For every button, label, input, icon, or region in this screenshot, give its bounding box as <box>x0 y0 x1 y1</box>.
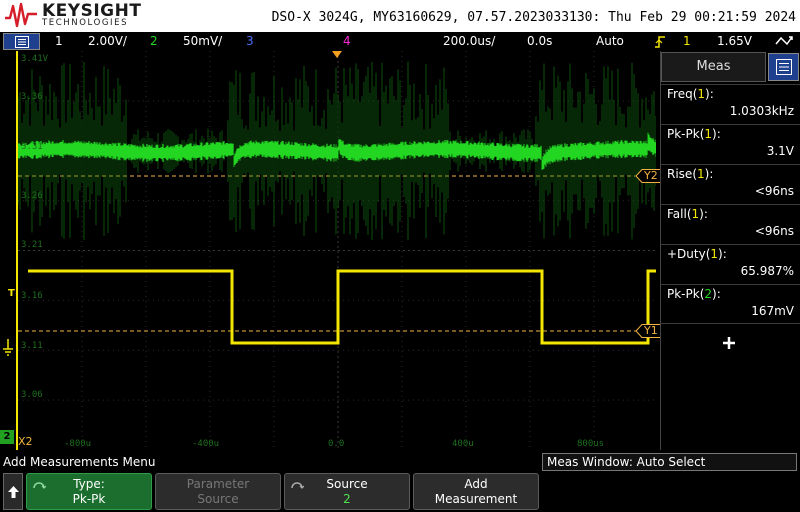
type-value: Pk-Pk <box>72 492 106 506</box>
meas-menu-button[interactable] <box>768 53 799 81</box>
meas-item-pkpk-1[interactable]: Pk-Pk(1): 3.1V <box>661 124 800 164</box>
meas-source: 1 <box>691 207 700 221</box>
waveform-grid[interactable]: 3.41V 3.36 3.31 3.26 3.21 3.16 3.11 3.06… <box>16 51 656 450</box>
y-tick-label: 3.06 <box>21 390 43 400</box>
keysight-logo-icon <box>5 2 37 28</box>
y-tick-label: 3.31 <box>21 142 43 152</box>
entry-knob-icon <box>33 482 46 489</box>
meas-value: <96ns <box>754 184 794 198</box>
source-value: 2 <box>343 492 351 506</box>
trigger-edge-icon[interactable] <box>654 35 666 49</box>
y-tick-label: 3.26 <box>21 191 43 201</box>
device-info: DSO-X 3024G, MY63160629, 07.57.202303313… <box>271 10 796 25</box>
horizontal-delay[interactable]: 0.0s <box>527 34 552 48</box>
meas-source: 1 <box>710 247 719 261</box>
menu-icon <box>776 59 792 75</box>
ch2-scale[interactable]: 50mV/ <box>183 34 222 48</box>
meas-item-rise[interactable]: Rise(1): <96ns <box>661 164 800 204</box>
arrow-up-icon <box>8 486 19 498</box>
waveform-display <box>18 51 656 450</box>
timebase-scale[interactable]: 200.0us/ <box>443 34 495 48</box>
y-tick-label: 3.16 <box>21 291 43 301</box>
y-tick-label: 3.21 <box>21 240 43 250</box>
source-softkey[interactable]: Source 2 <box>284 473 410 510</box>
ch2-number[interactable]: 2 <box>150 34 158 48</box>
meas-value: 167mV <box>751 304 794 318</box>
trigger-level[interactable]: 1.65V <box>717 34 752 48</box>
x-tick-label: 0.0 <box>328 439 345 449</box>
y-tick-label: 3.11 <box>21 341 43 351</box>
meas-source: 2 <box>704 287 713 301</box>
meas-source: 1 <box>697 167 705 181</box>
meas-window-status: Meas Window: Auto Select <box>542 453 797 471</box>
ch1-number[interactable]: 1 <box>55 34 63 48</box>
meas-value: 65.987% <box>740 264 794 278</box>
y-tick-label: 3.36 <box>21 92 43 102</box>
trigger-level-marker[interactable]: T <box>8 288 15 299</box>
parameter-softkey[interactable]: Parameter Source <box>155 473 281 510</box>
ch4-number[interactable]: 4 <box>343 34 351 48</box>
meas-item-duty[interactable]: +Duty(1): 65.987% <box>661 244 800 284</box>
ch1-trace <box>28 269 656 345</box>
y1-cursor-marker[interactable]: Y1 <box>636 324 662 338</box>
y1-label: Y1 <box>644 324 658 337</box>
menu-icon <box>15 36 29 48</box>
y-tick-label: 3.41V <box>21 54 49 64</box>
type-softkey[interactable]: Type: Pk-Pk <box>26 473 152 510</box>
brand-subtitle: TECHNOLOGIES <box>42 18 129 28</box>
add-value: Measurement <box>434 492 518 506</box>
meas-item-fall[interactable]: Fall(1): <96ns <box>661 204 800 244</box>
title-bar: KEYSIGHT TECHNOLOGIES DSO-X 3024G, MY631… <box>0 0 800 32</box>
entry-knob-icon <box>291 482 304 489</box>
main-menu-button[interactable] <box>3 33 40 50</box>
ch3-number[interactable]: 3 <box>246 34 254 48</box>
meas-source: 1 <box>697 87 706 101</box>
y2-label: Y2 <box>644 169 658 182</box>
meas-value: 3.1V <box>766 144 794 158</box>
meas-value: 1.0303kHz <box>729 104 794 118</box>
ground-icon[interactable] <box>2 339 14 359</box>
meas-tab[interactable]: Meas <box>661 52 766 82</box>
meas-name: Freq <box>667 87 693 101</box>
add-measurement-plus-icon[interactable] <box>719 333 739 353</box>
x-tick-label: -400u <box>192 439 220 449</box>
channel-status-bar: 1 2.00V/ 2 50mV/ 3 4 200.0us/ 0.0s Auto … <box>0 32 800 51</box>
meas-name: Fall <box>667 207 687 221</box>
meas-name: Pk-Pk <box>667 127 700 141</box>
add-label: Add <box>464 477 488 491</box>
trigger-mode[interactable]: Auto <box>596 34 624 48</box>
x2-cursor-label[interactable]: X2 <box>18 435 33 448</box>
parameter-value: Source <box>197 492 239 506</box>
meas-name: +Duty <box>667 247 706 261</box>
trigger-position-icon[interactable] <box>331 51 343 59</box>
meas-source: 1 <box>704 127 713 141</box>
measurement-panel: Meas Freq(1): 1.0303kHz Pk-Pk(1): 3.1V R… <box>660 51 800 450</box>
meas-item-pkpk-2[interactable]: Pk-Pk(2): 167mV <box>661 284 800 324</box>
meas-name: Pk-Pk <box>667 287 700 301</box>
back-button[interactable] <box>3 473 23 510</box>
ch2-ground-marker[interactable]: 2 <box>0 430 14 444</box>
softkey-menu-title: Add Measurements Menu <box>3 455 156 469</box>
x-tick-label: 400u <box>452 439 474 449</box>
connection-icon <box>775 36 793 46</box>
x-tick-label: 800us <box>577 439 605 449</box>
ch1-scale[interactable]: 2.00V/ <box>88 34 127 48</box>
meas-value: <96ns <box>754 224 794 238</box>
add-measurement-softkey[interactable]: Add Measurement <box>413 473 539 510</box>
meas-name: Rise <box>667 167 693 181</box>
parameter-label: Parameter <box>186 477 250 491</box>
y2-cursor-marker[interactable]: Y2 <box>636 169 662 183</box>
trigger-source[interactable]: 1 <box>683 34 691 48</box>
x-tick-label: -800u <box>64 439 92 449</box>
meas-item-freq[interactable]: Freq(1): 1.0303kHz <box>661 84 800 124</box>
